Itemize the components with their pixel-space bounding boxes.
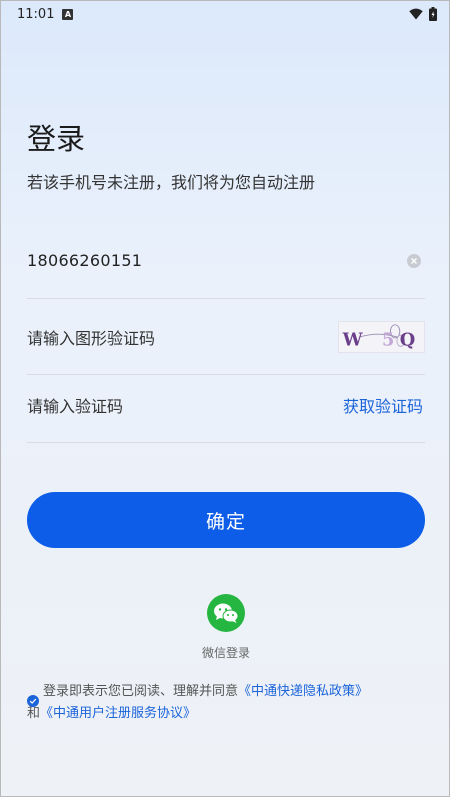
status-time: 11:01: [17, 6, 55, 22]
wechat-glyph: [214, 603, 239, 623]
service-agreement-link[interactable]: 《中通用户注册服务协议》: [40, 706, 196, 721]
page-subtitle: 若该手机号未注册，我们将为您自动注册: [27, 173, 316, 192]
status-bar: 11:01 A: [1, 1, 450, 27]
agreement-prefix: 登录即表示您已阅读、理解并同意: [43, 684, 239, 699]
privacy-policy-link[interactable]: 《中通快递隐私政策》: [238, 684, 368, 699]
close-icon: [411, 257, 417, 264]
svg-text:W: W: [342, 329, 364, 350]
status-left: 11:01 A: [17, 6, 74, 22]
agreement-conjunction: 和: [27, 706, 41, 721]
checkmark-icon: [29, 698, 37, 704]
code-field[interactable]: 请输入验证码 获取验证码: [27, 367, 425, 443]
agreement-line-1: 登录即表示您已阅读、理解并同意《中通快递隐私政策》: [27, 681, 427, 703]
notification-icon: A: [62, 8, 74, 20]
agreement-line-2: 和《中通用户注册服务协议》: [27, 703, 427, 725]
agree-checkbox[interactable]: [27, 695, 39, 707]
svg-text:5: 5: [382, 329, 394, 350]
wechat-icon[interactable]: [207, 594, 245, 632]
get-code-button[interactable]: 获取验证码: [343, 393, 423, 417]
confirm-button[interactable]: 确定: [27, 492, 425, 548]
phone-input[interactable]: 18066260151: [27, 251, 142, 270]
svg-text:Q: Q: [400, 329, 416, 350]
captcha-input[interactable]: 请输入图形验证码: [27, 325, 155, 349]
code-input[interactable]: 请输入验证码: [27, 393, 123, 417]
wechat-login-button[interactable]: 微信登录: [196, 594, 256, 661]
status-right: [409, 7, 437, 21]
clear-icon[interactable]: [407, 253, 421, 268]
agreement: 登录即表示您已阅读、理解并同意《中通快递隐私政策》 和《中通用户注册服务协议》: [27, 681, 427, 725]
page-title: 登录: [27, 122, 86, 156]
phone-field[interactable]: 18066260151: [27, 223, 425, 299]
battery-icon: [429, 7, 437, 21]
wechat-login-label: 微信登录: [201, 646, 250, 660]
captcha-image[interactable]: W 5 Q: [338, 320, 425, 353]
captcha-field[interactable]: 请输入图形验证码 W 5 Q: [27, 299, 425, 375]
wifi-icon: [409, 8, 423, 20]
